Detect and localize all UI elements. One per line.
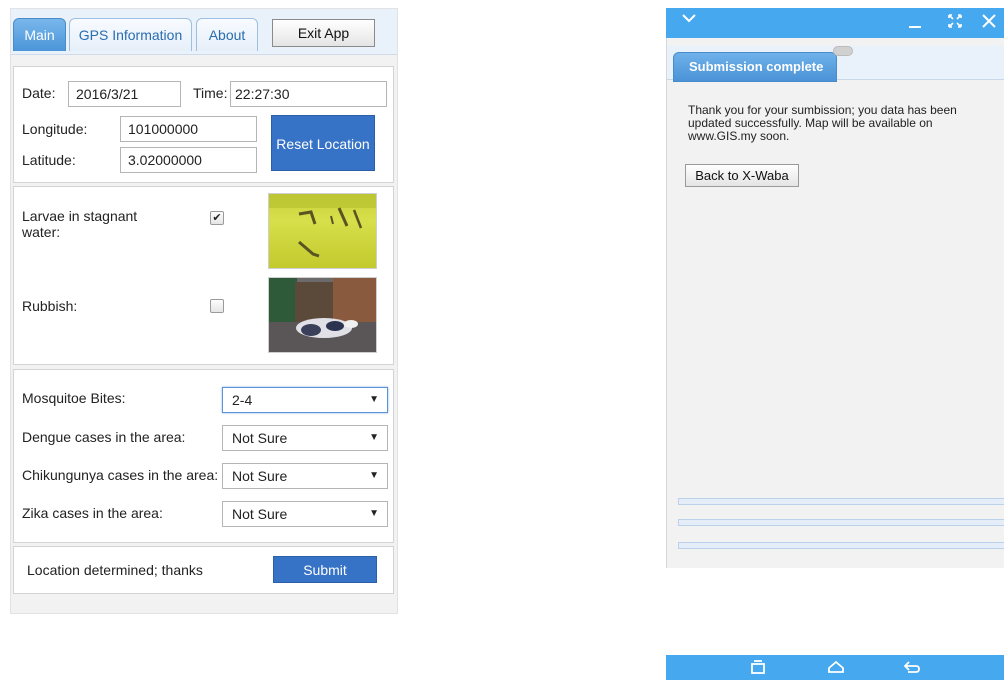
confirmation-body: Submission complete Thank you for your s… <box>666 38 1004 568</box>
chevron-down-icon: ▼ <box>369 508 379 519</box>
tab-about[interactable]: About <box>196 18 258 51</box>
tab-gps-information[interactable]: GPS Information <box>69 18 192 51</box>
tab-submission-complete-label: Submission complete <box>689 59 824 74</box>
confirmation-window: Submission complete Thank you for your s… <box>666 8 1004 680</box>
chevron-down-icon: ▼ <box>369 470 379 481</box>
longitude-field[interactable]: 101000000 <box>120 116 257 142</box>
submit-button[interactable]: Submit <box>273 556 377 583</box>
mosquito-bites-label: Mosquitoe Bites: <box>22 390 126 406</box>
exit-app-button[interactable]: Exit App <box>272 19 375 47</box>
survey-app-window: Main GPS Information About Exit App Date… <box>10 8 398 614</box>
observations-section: Larvae in stagnant water: ✔ Rubbish: <box>13 186 394 365</box>
chevron-down-icon: ▼ <box>369 394 379 405</box>
latitude-field[interactable]: 3.02000000 <box>120 147 257 173</box>
dengue-value: Not Sure <box>232 430 288 446</box>
zika-value: Not Sure <box>232 506 288 522</box>
back-to-xwaba-button[interactable]: Back to X-Waba <box>685 164 799 187</box>
larvae-image <box>269 194 376 268</box>
tab-handle-icon[interactable] <box>833 46 853 56</box>
rubbish-image <box>269 278 376 352</box>
dengue-select[interactable]: Not Sure ▼ <box>222 425 388 451</box>
mosquito-bites-select[interactable]: 2-4 ▼ <box>222 387 388 413</box>
home-icon[interactable] <box>826 657 846 680</box>
divider-line <box>678 498 1004 505</box>
chikungunya-label: Chikungunya cases in the area: <box>22 467 219 483</box>
tab-submission-complete[interactable]: Submission complete <box>673 52 837 82</box>
recent-apps-icon[interactable] <box>748 657 768 680</box>
reset-location-button[interactable]: Reset Location <box>271 115 375 171</box>
dengue-label: Dengue cases in the area: <box>22 429 186 445</box>
minimize-icon[interactable] <box>906 12 924 35</box>
chevron-down-icon[interactable] <box>680 9 698 32</box>
larvae-photo <box>268 193 377 269</box>
rubbish-photo <box>268 277 377 353</box>
longitude-label: Longitude: <box>22 121 88 137</box>
larvae-checkbox[interactable]: ✔ <box>210 211 224 225</box>
close-icon[interactable] <box>980 12 998 35</box>
divider-line <box>678 542 1004 549</box>
date-field[interactable]: 2016/3/21 <box>68 81 181 107</box>
survey-section: Mosquitoe Bites: 2-4 ▼ Dengue cases in t… <box>13 369 394 543</box>
zika-label: Zika cases in the area: <box>22 505 163 521</box>
fullscreen-icon[interactable] <box>946 12 964 35</box>
rubbish-label: Rubbish: <box>22 298 78 314</box>
rubbish-checkbox[interactable] <box>210 299 224 313</box>
tab-main[interactable]: Main <box>13 18 66 51</box>
confirmation-message: Thank you for your sumbission; you data … <box>688 103 957 143</box>
chikungunya-value: Not Sure <box>232 468 288 484</box>
window-titlebar <box>666 8 1004 38</box>
latitude-label: Latitude: <box>22 152 76 168</box>
date-label: Date: <box>22 85 56 101</box>
back-icon[interactable] <box>902 657 922 680</box>
android-nav-bar <box>666 655 1004 680</box>
status-text: Location determined; thanks <box>27 562 203 578</box>
chikungunya-select[interactable]: Not Sure ▼ <box>222 463 388 489</box>
tab-bar: Main GPS Information About Exit App <box>11 9 397 55</box>
confirmation-tab-strip: Submission complete <box>667 46 1004 82</box>
time-field[interactable]: 22:27:30 <box>230 81 387 107</box>
chevron-down-icon: ▼ <box>369 432 379 443</box>
divider-line <box>678 519 1004 526</box>
larvae-label: Larvae in stagnant water: <box>22 208 138 240</box>
time-label: Time: <box>193 85 228 101</box>
zika-select[interactable]: Not Sure ▼ <box>222 501 388 527</box>
mosquito-bites-value: 2-4 <box>232 392 253 408</box>
